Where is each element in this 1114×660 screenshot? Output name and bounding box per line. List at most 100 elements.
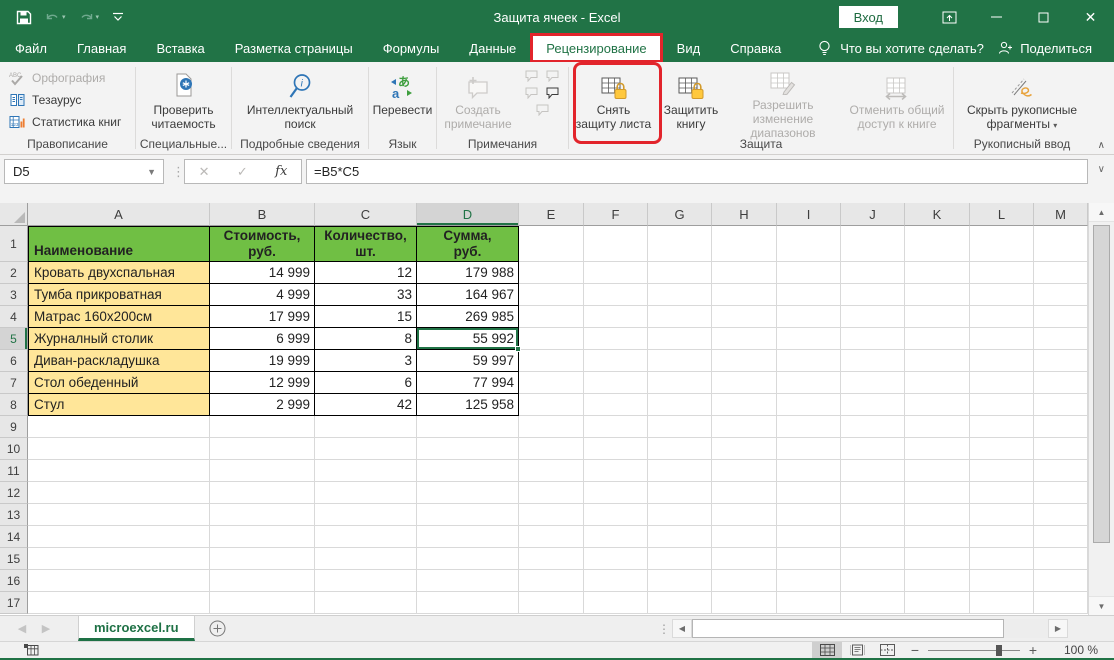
cell-G5[interactable] [648,328,712,350]
cell-J11[interactable] [841,460,905,482]
cell-F1[interactable] [584,226,648,262]
cell-J6[interactable] [841,350,905,372]
cell-E17[interactable] [519,592,584,614]
zoom-slider-handle[interactable] [996,645,1002,656]
cell-H12[interactable] [712,482,777,504]
cell-G6[interactable] [648,350,712,372]
cell-C5[interactable]: 8 [315,328,417,350]
cell-M5[interactable] [1034,328,1088,350]
cell-L12[interactable] [970,482,1034,504]
cell-F15[interactable] [584,548,648,570]
cell-L5[interactable] [970,328,1034,350]
cell-G16[interactable] [648,570,712,592]
cell-H16[interactable] [712,570,777,592]
zoom-slider[interactable] [928,642,1020,658]
cell-E13[interactable] [519,504,584,526]
cell-H17[interactable] [712,592,777,614]
cell-B11[interactable] [210,460,315,482]
cell-C3[interactable]: 33 [315,284,417,306]
cell-L10[interactable] [970,438,1034,460]
cell-C16[interactable] [315,570,417,592]
tab-page-layout[interactable]: Разметка страницы [220,34,368,62]
cell-D14[interactable] [417,526,519,548]
cell-E10[interactable] [519,438,584,460]
cell-H7[interactable] [712,372,777,394]
cell-G14[interactable] [648,526,712,548]
unprotect-sheet-button[interactable]: Снять защиту листа [569,64,658,140]
cell-B15[interactable] [210,548,315,570]
cell-I6[interactable] [777,350,841,372]
cell-B13[interactable] [210,504,315,526]
select-all-corner[interactable] [0,203,28,226]
cell-I8[interactable] [777,394,841,416]
column-header-K[interactable]: K [905,203,970,226]
cell-B5[interactable]: 6 999 [210,328,315,350]
column-header-A[interactable]: A [28,203,210,226]
cell-C6[interactable]: 3 [315,350,417,372]
confirm-entry-button[interactable]: ✓ [237,164,248,180]
cell-K16[interactable] [905,570,970,592]
cell-J15[interactable] [841,548,905,570]
cell-C17[interactable] [315,592,417,614]
cell-D6[interactable]: 59 997 [417,350,519,372]
cell-G1[interactable] [648,226,712,262]
check-accessibility-button[interactable]: Проверить читаемость [136,62,231,138]
cell-C13[interactable] [315,504,417,526]
thesaurus-button[interactable]: Тезаурус [0,89,135,111]
column-header-H[interactable]: H [712,203,777,226]
cell-M2[interactable] [1034,262,1088,284]
cell-F9[interactable] [584,416,648,438]
cell-A11[interactable] [28,460,210,482]
cell-F17[interactable] [584,592,648,614]
sign-in-button[interactable]: Вход [838,6,898,28]
cell-A5[interactable]: Журналный столик [28,328,210,350]
cell-A13[interactable] [28,504,210,526]
cell-D2[interactable]: 179 988 [417,262,519,284]
cell-L8[interactable] [970,394,1034,416]
row-header-17[interactable]: 17 [0,592,28,614]
cell-G15[interactable] [648,548,712,570]
collapse-ribbon-button[interactable]: ∧ [1098,140,1105,151]
cell-L15[interactable] [970,548,1034,570]
cell-J14[interactable] [841,526,905,548]
cell-H10[interactable] [712,438,777,460]
cell-M1[interactable] [1034,226,1088,262]
cell-K15[interactable] [905,548,970,570]
cell-I14[interactable] [777,526,841,548]
column-header-G[interactable]: G [648,203,712,226]
cell-K17[interactable] [905,592,970,614]
customize-qat-button[interactable] [112,12,124,22]
cell-M7[interactable] [1034,372,1088,394]
cell-G17[interactable] [648,592,712,614]
cell-I13[interactable] [777,504,841,526]
cell-H1[interactable] [712,226,777,262]
row-header-8[interactable]: 8 [0,394,28,416]
tab-formulas[interactable]: Формулы [368,34,455,62]
cell-H9[interactable] [712,416,777,438]
cell-J4[interactable] [841,306,905,328]
tab-scrollbar-divider[interactable]: ⋮ [658,622,670,636]
row-header-3[interactable]: 3 [0,284,28,306]
cell-M10[interactable] [1034,438,1088,460]
cell-M8[interactable] [1034,394,1088,416]
zoom-in-button[interactable]: + [1020,642,1046,658]
cell-K11[interactable] [905,460,970,482]
column-header-F[interactable]: F [584,203,648,226]
cell-M16[interactable] [1034,570,1088,592]
cell-L9[interactable] [970,416,1034,438]
cell-E14[interactable] [519,526,584,548]
column-header-B[interactable]: B [210,203,315,226]
cell-D5[interactable]: 55 992 [417,328,521,352]
cell-L4[interactable] [970,306,1034,328]
cell-J16[interactable] [841,570,905,592]
cell-K8[interactable] [905,394,970,416]
cell-A4[interactable]: Матрас 160х200см [28,306,210,328]
cell-H2[interactable] [712,262,777,284]
show-all-comments-icon[interactable] [546,87,559,99]
cell-F4[interactable] [584,306,648,328]
tab-review[interactable]: Рецензирование [530,33,663,63]
tab-view[interactable]: Вид [662,34,716,62]
cell-A15[interactable] [28,548,210,570]
ribbon-display-options-button[interactable] [926,0,973,34]
cell-I4[interactable] [777,306,841,328]
